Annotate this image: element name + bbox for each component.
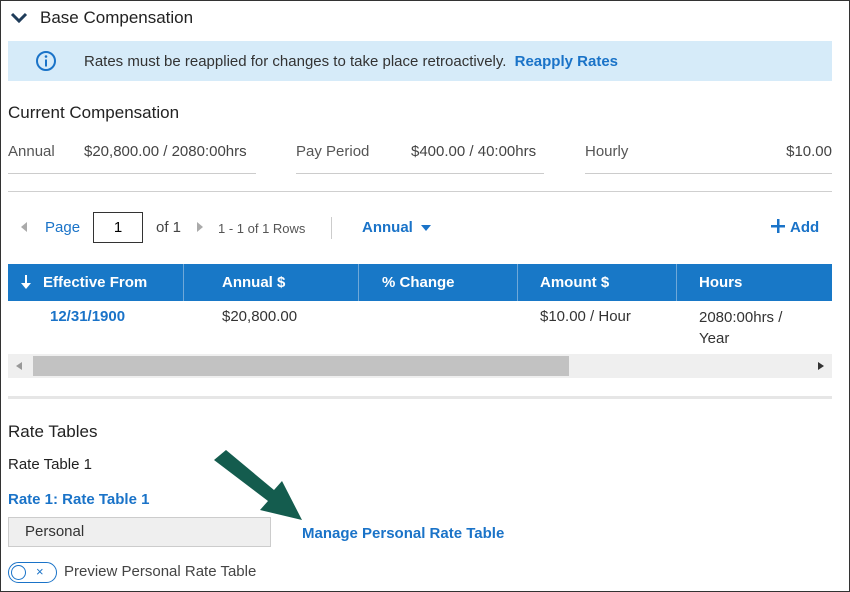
close-icon: × <box>36 564 44 579</box>
rows-count: 1 - 1 of 1 Rows <box>218 221 306 236</box>
col-annual[interactable]: Annual $ <box>184 264 359 301</box>
chevron-down-icon[interactable] <box>8 7 30 29</box>
info-icon <box>36 51 56 71</box>
add-label: Add <box>790 219 820 236</box>
scrollbar-thumb[interactable] <box>33 356 569 376</box>
col-amount[interactable]: Amount $ <box>518 264 677 301</box>
info-banner: Rates must be reapplied for changes to t… <box>8 41 832 81</box>
section-divider <box>8 396 832 399</box>
hourly-field: Hourly $10.00 <box>585 142 832 174</box>
annual-field: Annual $20,800.00 / 2080:00hrs <box>8 142 256 174</box>
current-compensation-row: Annual $20,800.00 / 2080:00hrs Pay Perio… <box>0 142 850 174</box>
section-title: Base Compensation <box>40 8 194 27</box>
prev-page-icon[interactable] <box>21 222 27 232</box>
col-percent-change[interactable]: % Change <box>359 264 518 301</box>
sort-down-arrow-icon <box>21 275 31 289</box>
hourly-value: $10.00 <box>786 143 832 160</box>
pay-period-label: Pay Period <box>296 143 370 160</box>
pay-period-field: Pay Period $400.00 / 40:00hrs <box>296 142 544 174</box>
hours-cell: 2080:00hrs / Year <box>699 309 783 347</box>
col-hours[interactable]: Hours <box>677 264 832 301</box>
scroll-left-icon[interactable] <box>14 361 24 371</box>
scroll-right-icon[interactable] <box>816 361 826 371</box>
page-label: Page <box>45 219 81 236</box>
manage-personal-rate-table-link[interactable]: Manage Personal Rate Table <box>302 525 504 542</box>
divider <box>8 191 832 192</box>
add-button[interactable]: Add <box>771 219 819 236</box>
reapply-rates-link[interactable]: Reapply Rates <box>515 53 618 70</box>
rate-tables-title: Rate Tables <box>8 422 98 441</box>
table-row: 12/31/1900 $20,800.00 $10.00 / Hour 2080… <box>8 302 832 352</box>
plus-icon <box>771 219 785 233</box>
page-number-input[interactable] <box>93 212 143 243</box>
preview-toggle-label: Preview Personal Rate Table <box>64 563 257 580</box>
caret-down-icon <box>421 225 432 232</box>
annual-value: $20,800.00 / 2080:00hrs <box>84 143 247 160</box>
annual-label: Annual <box>8 143 55 160</box>
horizontal-scrollbar[interactable] <box>8 354 832 378</box>
rate-table-link[interactable]: Rate 1: Rate Table 1 <box>8 491 149 508</box>
col-effective-from[interactable]: Effective From <box>8 264 184 301</box>
amount-cell: $10.00 / Hour <box>540 308 631 325</box>
annual-cell: $20,800.00 <box>222 308 298 325</box>
rate-table-subtitle: Rate Table 1 <box>8 456 92 473</box>
toggle-knob <box>11 565 26 580</box>
pager: Page of 1 1 - 1 of 1 Rows Annual Add <box>8 212 832 244</box>
banner-message: Rates must be reapplied for changes to t… <box>84 52 507 70</box>
pay-period-value: $400.00 / 40:00hrs <box>411 143 537 160</box>
view-dropdown[interactable]: Annual <box>362 219 432 236</box>
preview-toggle[interactable]: × <box>8 562 57 583</box>
pager-separator <box>331 217 332 239</box>
hourly-label: Hourly <box>585 143 629 160</box>
annotation-arrow-icon <box>214 450 302 520</box>
page-of-label: of 1 <box>156 219 182 236</box>
effective-from-link[interactable]: 12/31/1900 <box>50 308 125 325</box>
current-compensation-title: Current Compensation <box>8 103 180 122</box>
view-dropdown-label: Annual <box>362 219 413 236</box>
table-header: Effective From Annual $ % Change Amount … <box>8 264 832 301</box>
next-page-icon[interactable] <box>197 222 203 232</box>
base-compensation-header[interactable]: Base Compensation <box>8 6 193 30</box>
